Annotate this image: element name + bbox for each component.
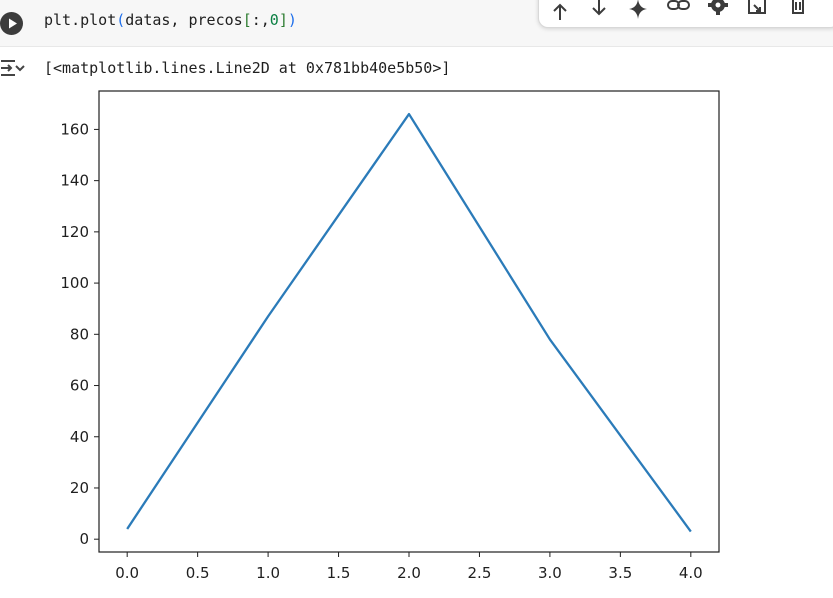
y-tick-label: 60 xyxy=(70,377,89,395)
plot-area xyxy=(126,112,692,533)
y-axis: 0 20 40 60 80 100 120 140 160 xyxy=(60,120,99,548)
y-tick-label: 20 xyxy=(70,479,89,497)
x-tick-label: 1.0 xyxy=(256,564,280,582)
y-tick-label: 80 xyxy=(70,325,89,343)
line-chart: 0.0 0.5 1.0 1.5 2.0 2.5 3.0 3.5 4.0 0 20 40 60 80 100… xyxy=(60,90,720,582)
x-tick-label: 4.0 xyxy=(679,564,703,582)
y-tick-label: 120 xyxy=(60,223,89,241)
x-tick-label: 3.0 xyxy=(538,564,562,582)
y-tick-label: 140 xyxy=(60,172,89,190)
series-line xyxy=(126,112,692,533)
y-tick-label: 40 xyxy=(70,428,89,446)
x-tick-label: 3.5 xyxy=(608,564,632,582)
x-tick-label: 2.0 xyxy=(397,564,421,582)
x-tick-label: 2.5 xyxy=(468,564,492,582)
x-axis: 0.0 0.5 1.0 1.5 2.0 2.5 3.0 3.5 4.0 xyxy=(115,552,703,582)
y-tick-label: 0 xyxy=(79,530,89,548)
y-tick-label: 100 xyxy=(60,274,89,292)
plot-frame xyxy=(98,90,720,553)
x-tick-label: 1.5 xyxy=(327,564,351,582)
y-tick-label: 160 xyxy=(60,120,89,138)
x-tick-label: 0.0 xyxy=(115,564,139,582)
x-tick-label: 0.5 xyxy=(186,564,210,582)
